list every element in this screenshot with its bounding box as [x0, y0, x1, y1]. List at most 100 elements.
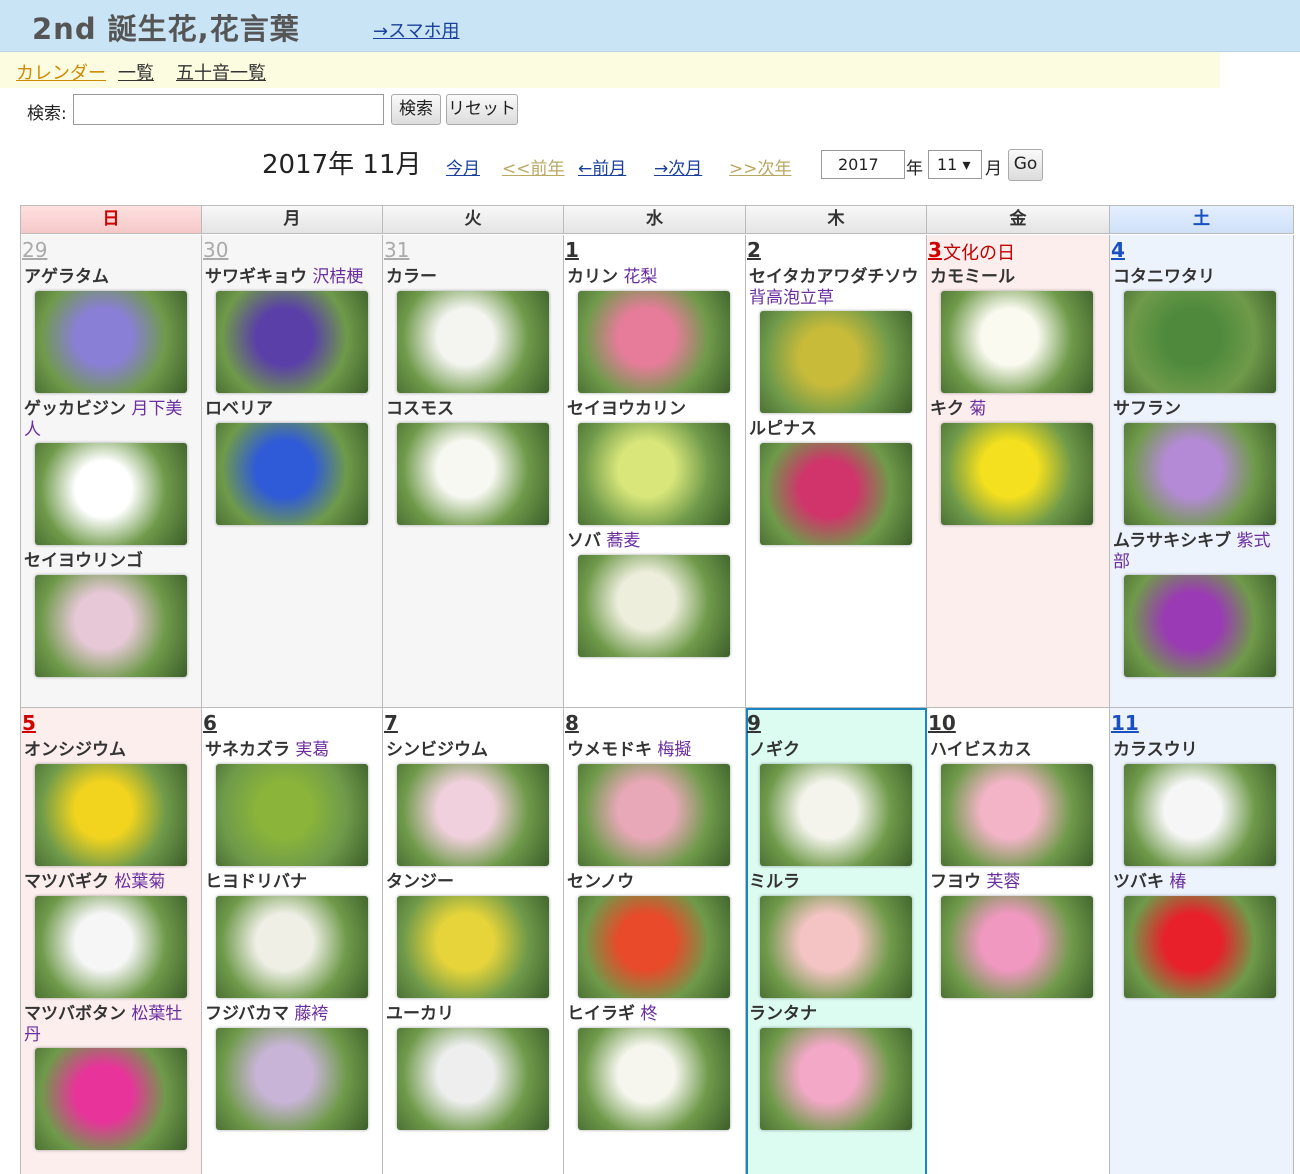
flower-photo[interactable] [397, 423, 549, 525]
flower-name-link[interactable]: ヒヨドリバナ [205, 872, 307, 893]
flower-photo[interactable] [397, 764, 549, 866]
flower-name-link[interactable]: カモミール [930, 267, 1015, 288]
menu-gojuon[interactable]: 五十音一覧 [176, 59, 266, 85]
flower-photo[interactable] [35, 1048, 187, 1150]
prev-month-link[interactable]: ←前月 [578, 154, 626, 179]
flower-photo[interactable] [578, 764, 730, 866]
flower-photo[interactable] [216, 896, 368, 998]
flower-name-link[interactable]: ミルラ [749, 872, 800, 893]
flower-name-link[interactable]: セイタカアワダチソウ 背高泡立草 [749, 267, 919, 309]
flower-name-link[interactable]: キク 菊 [930, 399, 986, 420]
flower-name-link[interactable]: フジバカマ 藤袴 [205, 1004, 328, 1025]
day-number-link[interactable]: 3 [928, 238, 942, 262]
flower-photo[interactable] [1124, 291, 1276, 393]
flower-photo[interactable] [941, 423, 1093, 525]
flower-name-link[interactable]: ウメモドキ 梅擬 [567, 740, 691, 761]
go-button[interactable]: Go [1008, 149, 1043, 181]
flower-name-link[interactable]: フヨウ 芙蓉 [930, 872, 1020, 893]
flower-name-link[interactable]: ツバキ 椿 [1113, 872, 1186, 893]
menu-list[interactable]: 一覧 [118, 59, 154, 85]
flower-photo[interactable] [578, 1028, 730, 1130]
next-year-link[interactable]: >>次年 [729, 154, 792, 179]
day-number-link[interactable]: 2 [747, 238, 761, 262]
flower-photo[interactable] [397, 896, 549, 998]
flower-photo[interactable] [216, 291, 368, 393]
flower-name-link[interactable]: コスモス [386, 399, 454, 420]
flower-name-link[interactable]: ルピナス [749, 419, 817, 440]
flower-name-link[interactable]: ノギク [749, 740, 800, 761]
day-number-link[interactable]: 30 [203, 238, 228, 262]
flower-name-link[interactable]: マツバギク 松葉菊 [24, 872, 165, 893]
day-number-link[interactable]: 31 [384, 238, 409, 262]
flower-photo[interactable] [760, 311, 912, 413]
flower-name-link[interactable]: タンジー [386, 872, 454, 893]
day-number-link[interactable]: 7 [384, 711, 398, 735]
flower-photo[interactable] [35, 291, 187, 393]
flower-name-link[interactable]: サワギキョウ 沢桔梗 [205, 267, 363, 288]
flower-name-link[interactable]: コタニワタリ [1113, 267, 1215, 288]
day-number-link[interactable]: 1 [565, 238, 579, 262]
site-title[interactable]: 2nd 誕生花,花言葉 [32, 6, 300, 48]
flower-name-link[interactable]: ロベリア [205, 399, 273, 420]
smartphone-link[interactable]: →スマホ用 [373, 17, 460, 43]
flower-photo[interactable] [216, 423, 368, 525]
flower-photo[interactable] [397, 291, 549, 393]
flower-name-link[interactable]: マツバボタン 松葉牡丹 [24, 1004, 194, 1046]
flower-photo[interactable] [35, 575, 187, 677]
flower-photo[interactable] [35, 896, 187, 998]
prev-year-link[interactable]: <<前年 [502, 154, 565, 179]
flower-photo[interactable] [941, 291, 1093, 393]
day-number-link[interactable]: 8 [565, 711, 579, 735]
next-month-link[interactable]: →次月 [654, 154, 702, 179]
flower-photo[interactable] [578, 896, 730, 998]
flower-photo[interactable] [1124, 423, 1276, 525]
flower-name-link[interactable]: サフラン [1113, 399, 1181, 420]
flower-name-link[interactable]: ユーカリ [386, 1004, 454, 1025]
flower-photo[interactable] [35, 764, 187, 866]
year-input[interactable]: 2017 [821, 150, 905, 179]
flower-name-link[interactable]: ランタナ [749, 1004, 817, 1025]
flower-name-link[interactable]: アゲラタム [24, 267, 109, 288]
search-input[interactable] [73, 94, 384, 125]
flower-photo[interactable] [216, 1028, 368, 1130]
flower-name-link[interactable]: ヒイラギ 柊 [567, 1004, 657, 1025]
flower-photo[interactable] [760, 896, 912, 998]
reset-button[interactable]: リセット [446, 94, 518, 125]
menu-calendar[interactable]: カレンダー [16, 59, 106, 85]
this-month-link[interactable]: 今月 [446, 154, 480, 179]
flower-name-link[interactable]: ゲッカビジン 月下美人 [24, 399, 194, 441]
flower-name-link[interactable]: セイヨウリンゴ [24, 551, 143, 572]
flower-name-link[interactable]: シンビジウム [386, 740, 488, 761]
flower-photo[interactable] [1124, 764, 1276, 866]
flower-name-link[interactable]: ムラサキシキブ 紫式部 [1113, 531, 1283, 573]
flower-name-link[interactable]: セイヨウカリン [567, 399, 686, 420]
flower-photo[interactable] [578, 555, 730, 657]
flower-photo[interactable] [1124, 575, 1276, 677]
flower-name-link[interactable]: ハイビスカス [930, 740, 1032, 761]
flower-name-link[interactable]: カラー [386, 267, 437, 288]
flower-name-link[interactable]: センノウ [567, 872, 634, 893]
flower-photo[interactable] [578, 291, 730, 393]
flower-photo[interactable] [941, 764, 1093, 866]
day-number-link[interactable]: 9 [747, 711, 761, 735]
flower-photo[interactable] [941, 896, 1093, 998]
day-number-link[interactable]: 11 [1111, 711, 1139, 735]
day-number-link[interactable]: 6 [203, 711, 217, 735]
day-number-link[interactable]: 5 [22, 711, 36, 735]
flower-photo[interactable] [760, 443, 912, 545]
flower-photo[interactable] [578, 423, 730, 525]
flower-photo[interactable] [35, 443, 187, 545]
flower-name-link[interactable]: オンシジウム [24, 740, 126, 761]
flower-photo[interactable] [1124, 896, 1276, 998]
flower-photo[interactable] [760, 1028, 912, 1130]
flower-photo[interactable] [760, 764, 912, 866]
day-number-link[interactable]: 29 [22, 238, 47, 262]
flower-name-link[interactable]: カリン 花梨 [567, 267, 657, 288]
search-button[interactable]: 検索 [391, 94, 441, 125]
flower-photo[interactable] [397, 1028, 549, 1130]
day-number-link[interactable]: 10 [928, 711, 956, 735]
month-select[interactable]: 11 ▾ [928, 150, 982, 179]
flower-name-link[interactable]: ソバ 蕎麦 [567, 531, 640, 552]
day-number-link[interactable]: 4 [1111, 238, 1125, 262]
flower-photo[interactable] [216, 764, 368, 866]
